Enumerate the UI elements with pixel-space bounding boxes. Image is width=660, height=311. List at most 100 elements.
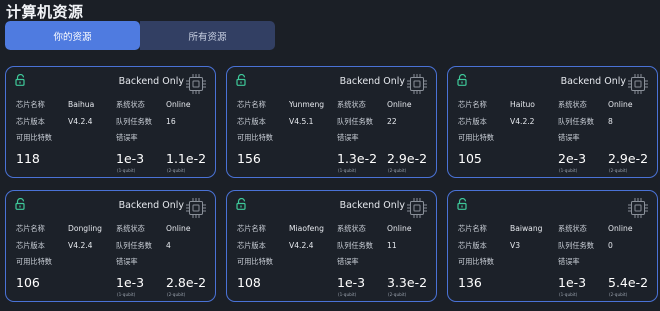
error-1q-value: 1.3e-2 bbox=[337, 151, 378, 166]
chip-name-value: Haituo bbox=[510, 100, 535, 109]
chip-version-value: V4.2.2 bbox=[510, 117, 535, 126]
error-2q-caption: (2-qubit) bbox=[388, 292, 407, 297]
queue-tasks-value: 22 bbox=[387, 117, 397, 126]
queue-tasks-value: 4 bbox=[166, 241, 171, 250]
backend-only-badge: Backend Only bbox=[118, 200, 184, 211]
queue-tasks-label: 队列任务数 bbox=[116, 117, 152, 126]
resource-card[interactable]: Backend Only 芯片名称 Dongling 系统状态 Online 芯… bbox=[5, 190, 216, 302]
error-2q-value: 1.1e-2 bbox=[166, 151, 207, 166]
available-bits-label: 可用比特数 bbox=[16, 257, 52, 266]
queue-tasks-value: 11 bbox=[387, 241, 397, 250]
system-status-label: 系统状态 bbox=[337, 100, 366, 109]
error-1q-caption: (1-qubit) bbox=[117, 168, 136, 173]
chip-name-value: Baiwang bbox=[510, 224, 543, 233]
resources-page: 计算机资源 你的资源 所有资源 Backend Only 芯片名称 Baihua… bbox=[0, 0, 660, 311]
system-status-value: Online bbox=[166, 100, 191, 109]
backend-only-badge: Backend Only bbox=[118, 76, 184, 87]
error-1q-value: 1e-3 bbox=[337, 275, 366, 290]
chip-version-value: V4.2.4 bbox=[68, 117, 93, 126]
available-bits-value: 118 bbox=[16, 151, 40, 166]
unlock-icon bbox=[457, 74, 467, 86]
chip-version-value: V4.5.1 bbox=[289, 117, 314, 126]
error-2q-caption: (2-qubit) bbox=[609, 168, 628, 173]
available-bits-label: 可用比特数 bbox=[458, 133, 494, 142]
available-bits-value: 106 bbox=[16, 275, 40, 290]
available-bits-label: 可用比特数 bbox=[16, 133, 52, 142]
chip-version-value: V4.2.4 bbox=[68, 241, 93, 250]
system-status-label: 系统状态 bbox=[558, 100, 587, 109]
chip-name-value: Dongling bbox=[68, 224, 102, 233]
available-bits-label: 可用比特数 bbox=[237, 133, 273, 142]
error-2q-value: 2.8e-2 bbox=[166, 275, 207, 290]
error-2q-value: 2.9e-2 bbox=[608, 151, 649, 166]
resource-card[interactable]: Backend Only 芯片名称 Haituo 系统状态 Online 芯片版… bbox=[447, 66, 658, 178]
error-1q-caption: (1-qubit) bbox=[559, 292, 578, 297]
error-1q-value: 2e-3 bbox=[558, 151, 587, 166]
resource-card[interactable]: Backend Only 芯片名称 Baihua 系统状态 Online 芯片版… bbox=[5, 66, 216, 178]
resource-card[interactable]: 芯片名称 Baiwang 系统状态 Online 芯片版本 V3 队列任务数 0… bbox=[447, 190, 658, 302]
system-status-label: 系统状态 bbox=[558, 224, 587, 233]
error-rate-label: 错误率 bbox=[116, 133, 138, 142]
system-status-value: Online bbox=[166, 224, 191, 233]
chip-name-label: 芯片名称 bbox=[16, 100, 45, 109]
error-rate-label: 错误率 bbox=[337, 133, 359, 142]
backend-only-badge: Backend Only bbox=[339, 200, 405, 211]
unlock-icon bbox=[15, 198, 25, 210]
chip-version-label: 芯片版本 bbox=[458, 241, 487, 250]
chip-version-value: V4.2.4 bbox=[289, 241, 314, 250]
queue-tasks-value: 16 bbox=[166, 117, 176, 126]
queue-tasks-label: 队列任务数 bbox=[558, 117, 594, 126]
system-status-value: Online bbox=[608, 224, 633, 233]
queue-tasks-label: 队列任务数 bbox=[558, 241, 594, 250]
error-1q-value: 1e-3 bbox=[116, 275, 145, 290]
system-status-value: Online bbox=[387, 224, 412, 233]
chip-version-label: 芯片版本 bbox=[237, 241, 266, 250]
unlock-icon bbox=[236, 74, 246, 86]
chip-name-label: 芯片名称 bbox=[458, 224, 487, 233]
error-2q-caption: (2-qubit) bbox=[167, 168, 186, 173]
chip-icon bbox=[186, 74, 206, 94]
resource-card[interactable]: Backend Only 芯片名称 Miaofeng 系统状态 Online 芯… bbox=[226, 190, 437, 302]
error-2q-caption: (2-qubit) bbox=[167, 292, 186, 297]
chip-name-label: 芯片名称 bbox=[16, 224, 45, 233]
error-1q-caption: (1-qubit) bbox=[338, 168, 357, 173]
resource-card[interactable]: Backend Only 芯片名称 Yunmeng 系统状态 Online 芯片… bbox=[226, 66, 437, 178]
chip-version-label: 芯片版本 bbox=[16, 117, 45, 126]
unlock-icon bbox=[457, 198, 467, 210]
unlock-icon bbox=[236, 198, 246, 210]
error-2q-value: 5.4e-2 bbox=[608, 275, 649, 290]
chip-icon bbox=[407, 74, 427, 94]
chip-name-value: Miaofeng bbox=[289, 224, 324, 233]
chip-version-label: 芯片版本 bbox=[237, 117, 266, 126]
tab-all-resources[interactable]: 所有资源 bbox=[140, 21, 275, 50]
error-1q-caption: (1-qubit) bbox=[338, 292, 357, 297]
tab-your-resources[interactable]: 你的资源 bbox=[5, 21, 140, 50]
chip-version-value: V3 bbox=[510, 241, 521, 250]
system-status-value: Online bbox=[387, 100, 412, 109]
queue-tasks-label: 队列任务数 bbox=[116, 241, 152, 250]
chip-name-label: 芯片名称 bbox=[458, 100, 487, 109]
unlock-icon bbox=[15, 74, 25, 86]
queue-tasks-label: 队列任务数 bbox=[337, 117, 373, 126]
chip-icon bbox=[628, 74, 648, 94]
chip-name-value: Yunmeng bbox=[289, 100, 325, 109]
resource-tabs: 你的资源 所有资源 bbox=[5, 21, 275, 50]
backend-only-badge: Backend Only bbox=[339, 76, 405, 87]
error-2q-caption: (2-qubit) bbox=[388, 168, 407, 173]
error-rate-label: 错误率 bbox=[558, 257, 580, 266]
system-status-label: 系统状态 bbox=[337, 224, 366, 233]
available-bits-value: 108 bbox=[237, 275, 261, 290]
chip-icon bbox=[186, 198, 206, 218]
chip-version-label: 芯片版本 bbox=[16, 241, 45, 250]
chip-name-label: 芯片名称 bbox=[237, 100, 266, 109]
available-bits-value: 156 bbox=[237, 151, 261, 166]
error-1q-value: 1e-3 bbox=[116, 151, 145, 166]
error-rate-label: 错误率 bbox=[116, 257, 138, 266]
error-1q-caption: (1-qubit) bbox=[559, 168, 578, 173]
system-status-label: 系统状态 bbox=[116, 100, 145, 109]
available-bits-value: 105 bbox=[458, 151, 482, 166]
available-bits-label: 可用比特数 bbox=[458, 257, 494, 266]
error-2q-value: 2.9e-2 bbox=[387, 151, 428, 166]
chip-icon bbox=[628, 198, 648, 218]
error-rate-label: 错误率 bbox=[558, 133, 580, 142]
